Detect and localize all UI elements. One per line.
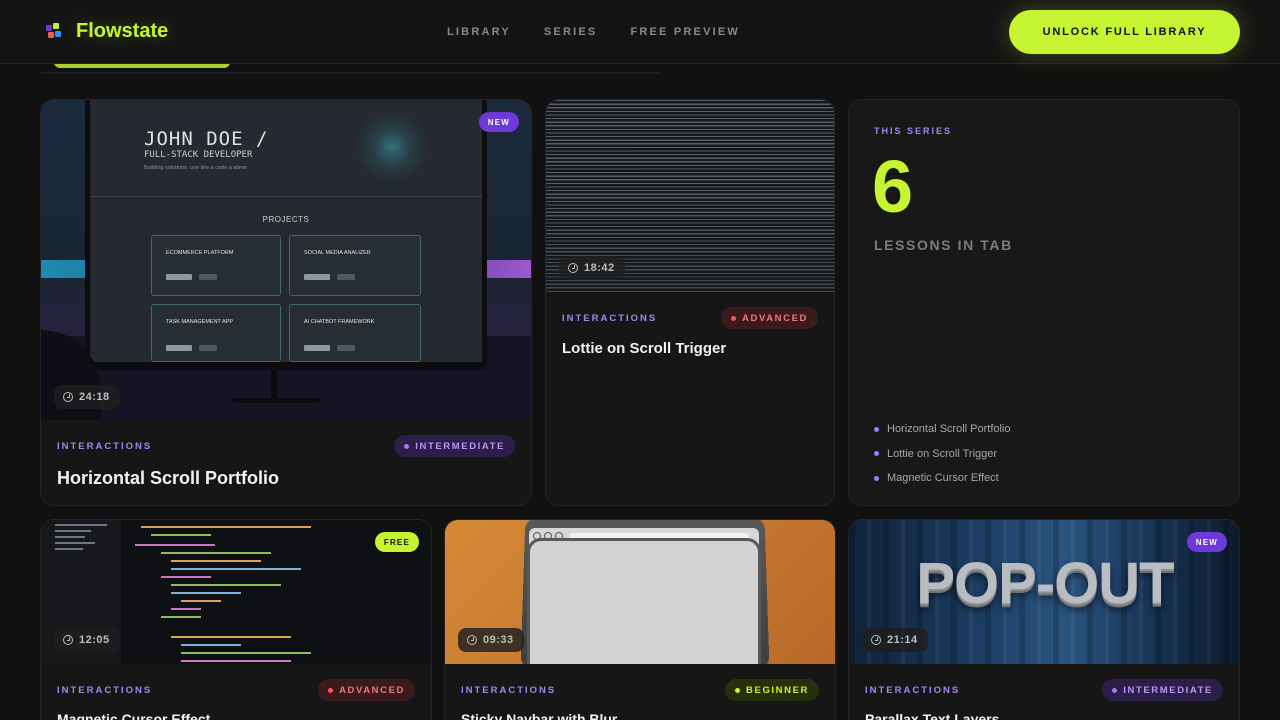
level-text: ADVANCED	[742, 312, 808, 324]
duration-text: 24:18	[79, 391, 110, 403]
thumb-project-title: TASK MANAGEMENT APP	[166, 319, 234, 325]
main-nav: LIBRARY SERIES FREE PREVIEW	[447, 26, 740, 38]
lesson-card[interactable]: POP-OUT NEW 21:14 INTERACTIONS INTERMEDI…	[848, 519, 1240, 720]
top-header: Flowstate LIBRARY SERIES FREE PREVIEW UN…	[0, 0, 1280, 64]
series-lesson-item[interactable]: Magnetic Cursor Effect	[874, 466, 1011, 491]
lesson-meta: INTERACTIONS INTERMEDIATE	[57, 435, 515, 457]
new-badge: NEW	[478, 112, 519, 132]
series-lesson-item[interactable]: Lottie on Scroll Trigger	[874, 442, 1011, 467]
duration-text: 12:05	[79, 634, 110, 646]
lesson-meta: INTERACTIONS ADVANCED	[57, 679, 415, 701]
duration-text: 09:33	[483, 634, 514, 646]
lesson-title[interactable]: Horizontal Scroll Portfolio	[57, 468, 279, 489]
clock-icon	[871, 635, 881, 645]
lesson-title[interactable]: Magnetic Cursor Effect	[57, 711, 210, 720]
thumb-projects-heading: PROJECTS	[262, 215, 310, 224]
clock-icon	[568, 263, 578, 273]
nav-free-preview[interactable]: FREE PREVIEW	[630, 26, 740, 38]
level-badge: INTERMEDIATE	[1102, 679, 1223, 701]
lesson-title[interactable]: Parallax Text Layers	[865, 711, 999, 720]
series-panel: THIS SERIES 6 LESSONS IN TAB Horizontal …	[848, 99, 1240, 506]
scrolled-divider	[40, 72, 660, 74]
series-lesson-count: 6	[872, 145, 914, 228]
category-label: INTERACTIONS	[57, 440, 153, 452]
series-lesson-list: Horizontal Scroll Portfolio Lottie on Sc…	[874, 417, 1011, 491]
lesson-card[interactable]: JOHN DOE / FULL-STACK DEVELOPER Building…	[40, 99, 532, 506]
duration-text: 21:14	[887, 634, 918, 646]
duration-chip: 21:14	[862, 628, 928, 652]
clock-icon	[63, 392, 73, 402]
series-subtitle: LESSONS IN TAB	[874, 237, 1013, 253]
category-label: INTERACTIONS	[57, 684, 153, 696]
level-text: INTERMEDIATE	[1123, 684, 1213, 696]
category-label: INTERACTIONS	[562, 312, 658, 324]
level-badge: ADVANCED	[318, 679, 415, 701]
thumb-project-title: ECOMMERCE PLATFORM	[166, 250, 234, 256]
level-badge: INTERMEDIATE	[394, 435, 515, 457]
lesson-meta: INTERACTIONS INTERMEDIATE	[865, 679, 1223, 701]
thumb-hero-tagline: Building solutions, one line a code a at…	[144, 165, 247, 171]
lesson-meta: INTERACTIONS ADVANCED	[562, 307, 818, 329]
thumb-project-title: AI CHATBOT FRAMEWORK	[304, 319, 375, 325]
duration-chip: 09:33	[458, 628, 524, 652]
brand-logo[interactable]: Flowstate	[44, 20, 168, 43]
duration-chip: 12:05	[54, 628, 120, 652]
level-text: INTERMEDIATE	[415, 440, 505, 452]
clock-icon	[467, 635, 477, 645]
brand-name: Flowstate	[76, 20, 169, 42]
thumb-hero-role: FULL-STACK DEVELOPER	[144, 150, 253, 160]
clock-icon	[63, 635, 73, 645]
unlock-library-button[interactable]: UNLOCK FULL LIBRARY	[1009, 10, 1240, 54]
level-badge: ADVANCED	[721, 307, 818, 329]
logo-icon	[44, 22, 64, 42]
series-eyebrow: THIS SERIES	[874, 126, 953, 136]
category-label: INTERACTIONS	[865, 684, 961, 696]
thumb-hero-name: JOHN DOE /	[144, 128, 269, 150]
lesson-meta: INTERACTIONS BEGINNER	[461, 679, 819, 701]
level-badge: BEGINNER	[725, 679, 819, 701]
lesson-card[interactable]: 18:42 INTERACTIONS ADVANCED Lottie on Sc…	[545, 99, 835, 506]
duration-chip: 18:42	[559, 256, 625, 280]
lesson-thumbnail: JOHN DOE / FULL-STACK DEVELOPER Building…	[41, 100, 531, 420]
series-lesson-item[interactable]: Horizontal Scroll Portfolio	[874, 417, 1011, 442]
level-text: BEGINNER	[746, 684, 809, 696]
pop-out-thumb-text: POP-OUT	[916, 551, 1174, 616]
duration-chip: 24:18	[54, 385, 120, 409]
nav-library[interactable]: LIBRARY	[447, 26, 511, 38]
thumb-particles	[352, 112, 432, 182]
category-label: INTERACTIONS	[461, 684, 557, 696]
lesson-title[interactable]: Lottie on Scroll Trigger	[562, 340, 726, 357]
thumb-project-title: SOCIAL MEDIA ANALIZER	[304, 250, 371, 256]
free-badge: FREE	[374, 532, 419, 552]
level-text: ADVANCED	[339, 684, 405, 696]
nav-series[interactable]: SERIES	[544, 26, 598, 38]
lesson-card[interactable]: 09:33 INTERACTIONS BEGINNER Sticky Navba…	[444, 519, 836, 720]
lesson-card[interactable]: FREE 12:05 INTERACTIONS ADVANCED Magneti…	[40, 519, 432, 720]
lesson-title[interactable]: Sticky Navbar with Blur	[461, 711, 617, 720]
new-badge: NEW	[1186, 532, 1227, 552]
duration-text: 18:42	[584, 262, 615, 274]
